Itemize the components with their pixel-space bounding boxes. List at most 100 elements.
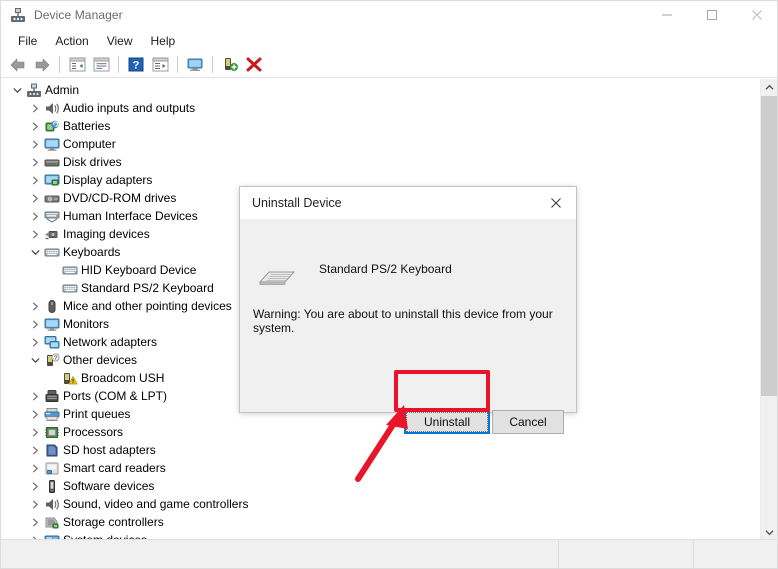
chevron-right-icon[interactable] [27,423,43,441]
cancel-button[interactable]: Cancel [492,410,564,434]
tree-item-software-devices[interactable]: Software devices [1,477,757,495]
tree-item-processors[interactable]: Processors [1,423,757,441]
chevron-right-icon[interactable] [27,117,43,135]
tree-item-smart-card-readers[interactable]: Smart card readers [1,459,757,477]
tree-item-label: Standard PS/2 Keyboard [81,279,214,297]
status-bar [1,539,778,568]
maximize-button[interactable] [689,1,734,29]
tree-item-label: Sound, video and game controllers [63,495,248,513]
help-button[interactable]: ? [124,54,148,76]
menu-item-view[interactable]: View [98,31,142,51]
speaker-icon [43,100,60,116]
forward-button[interactable] [30,54,54,76]
menu-item-help[interactable]: Help [142,31,185,51]
chevron-right-icon[interactable] [27,153,43,171]
tree-item-label: SD host adapters [63,441,156,459]
network-adapter-icon [43,334,60,350]
chevron-down-icon[interactable] [27,243,43,261]
tree-item-admin[interactable]: Admin [1,81,757,99]
tree-item-label: Human Interface Devices [63,207,198,225]
device-manager-icon [10,7,26,23]
chevron-right-icon[interactable] [27,315,43,333]
chevron-right-icon[interactable] [27,477,43,495]
tree-item-computer[interactable]: Computer [1,135,757,153]
status-pane-1 [1,540,559,568]
chevron-down-icon[interactable] [27,351,43,369]
separator-icon [177,56,178,73]
chevron-right-icon[interactable] [27,189,43,207]
dialog-close-icon[interactable] [536,187,576,219]
scroll-up-button[interactable] [761,79,778,96]
add-legacy-hardware-button[interactable] [218,54,242,76]
tree-item-audio-inputs-and-outputs[interactable]: Audio inputs and outputs [1,99,757,117]
tree-item-label: Processors [63,423,123,441]
tree-item-disk-drives[interactable]: Disk drives [1,153,757,171]
chevron-right-icon[interactable] [27,387,43,405]
show-hide-console-tree-button[interactable] [65,54,89,76]
tree-item-sd-host-adapters[interactable]: SD host adapters [1,441,757,459]
tree-item-storage-controllers[interactable]: Storage controllers [1,513,757,531]
monitor-icon [43,316,60,332]
sd-card-icon [43,442,60,458]
uninstall-device-dialog: Uninstall Device Standard PS/2 K [239,186,577,413]
properties-button[interactable] [89,54,113,76]
tree-item-label: Admin [45,81,79,99]
menu-item-file[interactable]: File [9,31,46,51]
toolbar: ? [1,52,778,78]
vertical-scrollbar[interactable] [760,79,777,541]
storage-controller-icon [43,514,60,530]
chevron-right-icon[interactable] [27,135,43,153]
uninstall-button[interactable]: Uninstall [404,410,490,434]
chevron-right-icon[interactable] [27,495,43,513]
speaker-icon [43,496,60,512]
menu-bar: File Action View Help [1,29,778,52]
tree-item-label: Batteries [63,117,110,135]
dialog-body: Standard PS/2 Keyboard Warning: You are … [240,219,576,413]
hid-icon [43,208,60,224]
status-pane-3 [694,540,778,568]
battery-icon [43,118,60,134]
mouse-icon [43,298,60,314]
camera-icon [43,226,60,242]
tree-item-label: Computer [63,135,116,153]
menu-item-action[interactable]: Action [46,31,97,51]
chevron-right-icon[interactable] [27,297,43,315]
chevron-right-icon[interactable] [27,459,43,477]
chevron-right-icon[interactable] [27,99,43,117]
monitor-icon [43,136,60,152]
computer-root-icon [25,82,42,98]
keyboard-icon [257,264,297,290]
chevron-right-icon[interactable] [27,225,43,243]
processor-icon [43,424,60,440]
tree-item-label: Storage controllers [63,513,164,531]
scrollbar-thumb[interactable] [761,96,778,396]
chevron-right-icon[interactable] [27,441,43,459]
chevron-right-icon[interactable] [27,207,43,225]
uninstall-device-button[interactable] [242,54,266,76]
chevron-right-icon[interactable] [27,513,43,531]
chevron-right-icon[interactable] [27,405,43,423]
dialog-device-name: Standard PS/2 Keyboard [319,262,452,276]
tree-item-label: Audio inputs and outputs [63,99,195,117]
tree-item-batteries[interactable]: Batteries [1,117,757,135]
disk-drive-icon [43,154,60,170]
chevron-right-icon[interactable] [27,171,43,189]
keyboard-icon [43,244,60,260]
tree-item-label: DVD/CD-ROM drives [63,189,176,207]
update-driver-button[interactable] [148,54,172,76]
chevron-down-icon[interactable] [9,81,25,99]
port-icon [43,388,60,404]
close-button[interactable] [734,1,778,29]
tree-item-label: Other devices [63,351,137,369]
chevron-right-icon[interactable] [27,333,43,351]
separator-icon [59,56,60,73]
tree-item-sound-video-and-game-controllers[interactable]: Sound, video and game controllers [1,495,757,513]
tree-item-label: Software devices [63,477,154,495]
tree-item-label: Print queues [63,405,130,423]
separator-icon [118,56,119,73]
back-button[interactable] [6,54,30,76]
scan-for-hardware-changes-button[interactable] [183,54,207,76]
status-pane-2 [559,540,694,568]
minimize-button[interactable] [644,1,689,29]
keyboard-icon [61,280,78,296]
